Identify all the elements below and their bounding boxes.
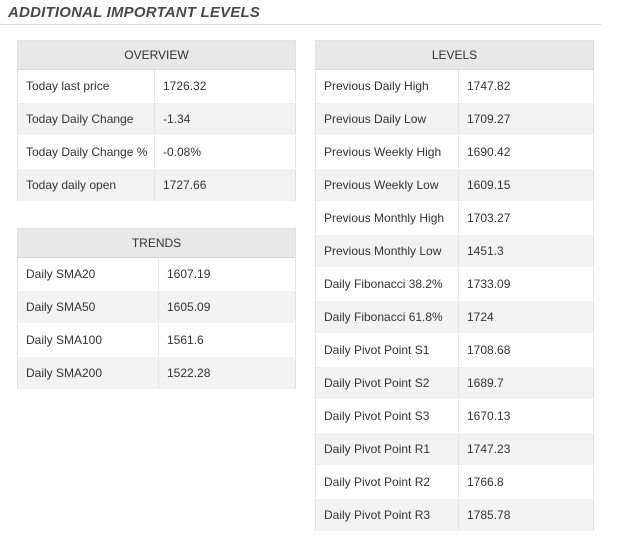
levels-row-value: 1747.23 [458,432,594,466]
overview-row-label: Today daily open [17,168,155,202]
trends-row: Daily SMA100 1561.6 [17,323,296,357]
levels-row-label: Daily Fibonacci 38.2% [315,267,459,301]
levels-row-value: 1733.09 [458,267,594,301]
levels-row: Daily Pivot Point S1 1708.68 [315,333,594,367]
overview-row: Today last price 1726.32 [17,69,296,103]
levels-row-label: Previous Monthly High [315,201,459,235]
levels-row-label: Daily Pivot Point R3 [315,498,459,532]
levels-row-label: Daily Pivot Point S2 [315,366,459,400]
trends-row-value: 1605.09 [158,290,296,324]
levels-table: LEVELS Previous Daily High 1747.82 Previou… [315,40,594,532]
levels-row: Daily Fibonacci 38.2% 1733.09 [315,267,594,301]
levels-row-value: 1724 [458,300,594,334]
levels-header: LEVELS [315,40,594,70]
levels-row-value: 1708.68 [458,333,594,367]
overview-row-label: Today last price [17,69,155,103]
heading-divider [0,24,601,25]
page-title: ADDITIONAL IMPORTANT LEVELS [8,4,261,21]
levels-row-label: Daily Pivot Point S1 [315,333,459,367]
levels-row-value: 1670.13 [458,399,594,433]
levels-row: Daily Pivot Point R1 1747.23 [315,432,594,466]
levels-row-label: Previous Monthly Low [315,234,459,268]
levels-row: Previous Weekly Low 1609.15 [315,168,594,202]
overview-row: Today Daily Change -1.34 [17,102,296,136]
levels-row-value: 1747.82 [458,69,594,103]
levels-row-value: 1609.15 [458,168,594,202]
levels-rows: Previous Daily High 1747.82 Previous Daily… [315,69,594,532]
levels-row: Previous Monthly Low 1451.3 [315,234,594,268]
levels-row: Previous Daily Low 1709.27 [315,102,594,136]
overview-row-value: -1.34 [154,102,296,136]
trends-row-label: Daily SMA200 [17,356,159,390]
overview-row-label: Today Daily Change % [17,135,155,169]
levels-row-value: 1785.78 [458,498,594,532]
overview-row-label: Today Daily Change [17,102,155,136]
levels-row-label: Daily Pivot Point R2 [315,465,459,499]
levels-row-value: 1709.27 [458,102,594,136]
overview-row-value: 1726.32 [154,69,296,103]
levels-row-value: 1451.3 [458,234,594,268]
levels-row-label: Previous Daily High [315,69,459,103]
overview-header: OVERVIEW [17,40,296,70]
overview-row: Today daily open 1727.66 [17,168,296,202]
levels-row: Daily Pivot Point S2 1689.7 [315,366,594,400]
trends-row-label: Daily SMA20 [17,257,159,291]
levels-row-label: Previous Weekly High [315,135,459,169]
trends-row: Daily SMA200 1522.28 [17,356,296,390]
trends-row-value: 1522.28 [158,356,296,390]
levels-row-value: 1766.8 [458,465,594,499]
levels-row-value: 1703.27 [458,201,594,235]
overview-row-value: -0.08% [154,135,296,169]
levels-row: Daily Pivot Point R3 1785.78 [315,498,594,532]
overview-table: OVERVIEW Today last price 1726.32 Today Da… [17,40,296,202]
trends-row: Daily SMA50 1605.09 [17,290,296,324]
trends-row-value: 1607.19 [158,257,296,291]
levels-row-label: Previous Daily Low [315,102,459,136]
trends-row-label: Daily SMA50 [17,290,159,324]
levels-row: Previous Weekly High 1690.42 [315,135,594,169]
levels-row-label: Daily Pivot Point S3 [315,399,459,433]
levels-row: Previous Monthly High 1703.27 [315,201,594,235]
trends-rows: Daily SMA20 1607.19 Daily SMA50 1605.09 Dail… [17,257,296,390]
trends-row-label: Daily SMA100 [17,323,159,357]
overview-row: Today Daily Change % -0.08% [17,135,296,169]
levels-row: Daily Pivot Point R2 1766.8 [315,465,594,499]
levels-row-label: Daily Pivot Point R1 [315,432,459,466]
overview-row-value: 1727.66 [154,168,296,202]
trends-row-value: 1561.6 [158,323,296,357]
levels-row-label: Previous Weekly Low [315,168,459,202]
overview-rows: Today last price 1726.32 Today Daily Chang… [17,69,296,202]
levels-row-label: Daily Fibonacci 61.8% [315,300,459,334]
levels-row: Daily Fibonacci 61.8% 1724 [315,300,594,334]
levels-row: Previous Daily High 1747.82 [315,69,594,103]
levels-row-value: 1689.7 [458,366,594,400]
trends-table: TRENDS Daily SMA20 1607.19 Daily SMA50 1605… [17,228,296,390]
trends-header: TRENDS [17,228,296,258]
levels-row-value: 1690.42 [458,135,594,169]
levels-row: Daily Pivot Point S3 1670.13 [315,399,594,433]
trends-row: Daily SMA20 1607.19 [17,257,296,291]
